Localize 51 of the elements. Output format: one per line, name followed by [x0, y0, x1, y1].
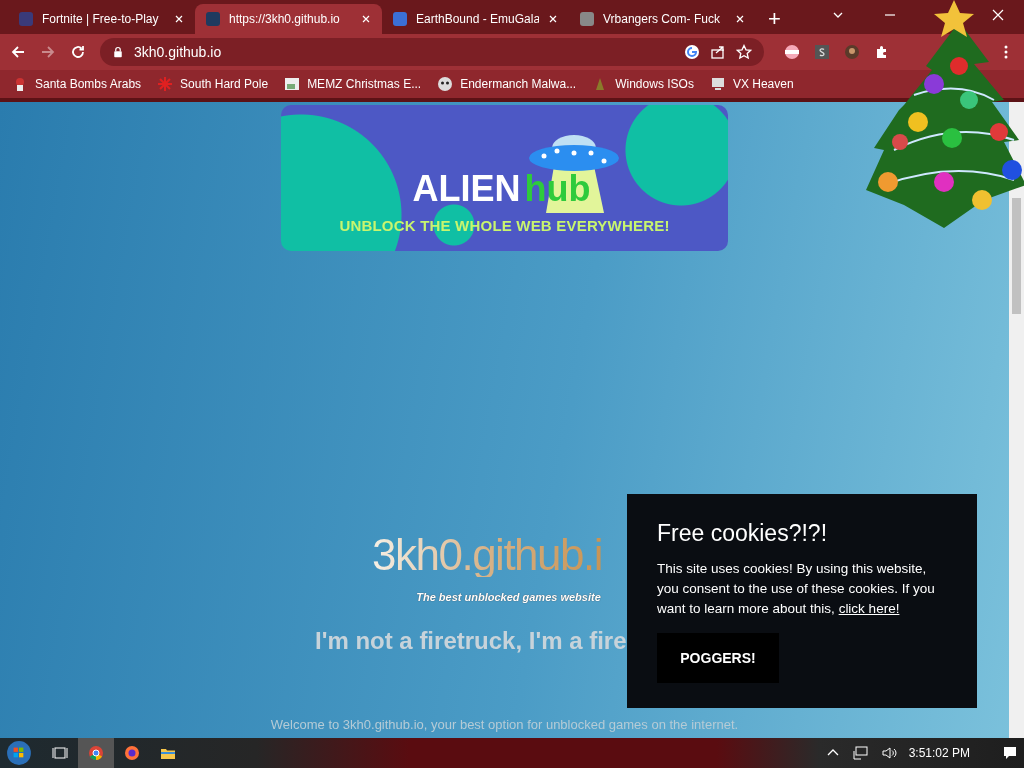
star-icon[interactable]: [736, 44, 752, 60]
notification-icon[interactable]: [1002, 745, 1018, 761]
start-orb-icon[interactable]: [6, 740, 32, 766]
bookmark-favicon: [157, 76, 174, 92]
flag-extension-icon[interactable]: [784, 44, 800, 60]
site-favicon: [18, 11, 34, 27]
close-tab-icon[interactable]: [173, 13, 185, 25]
back-icon[interactable]: [10, 44, 26, 60]
cookie-title: Free cookies?!?!: [657, 520, 829, 547]
close-tab-icon[interactable]: [547, 13, 559, 25]
bookmark-favicon: [709, 76, 726, 92]
bookmark[interactable]: Endermanch Malwa...: [437, 76, 577, 92]
close-tab-icon[interactable]: [734, 13, 746, 25]
bookmark[interactable]: South Hard Pole: [157, 76, 269, 92]
chrome-taskbar-button[interactable]: [78, 738, 114, 768]
browser-tab[interactable]: Fortnite | Free-to-Play: [8, 4, 195, 34]
avatar-extension-icon[interactable]: [844, 44, 860, 60]
volume-icon[interactable]: [880, 745, 897, 761]
lock-icon[interactable]: [112, 46, 124, 58]
scrollbar[interactable]: [1009, 102, 1024, 738]
address-bar[interactable]: 3kh0.github.io: [100, 38, 764, 66]
site-favicon: [205, 11, 221, 27]
reload-icon[interactable]: [70, 44, 86, 60]
browser-tab[interactable]: Vrbangers Com- Fuck: [569, 4, 756, 34]
bookmark-favicon: [437, 76, 454, 92]
network-icon[interactable]: [852, 745, 869, 761]
cookie-message: This site uses cookies! By using this website, you consent to the use of these cookies. If you want to learn more about this, click here!: [657, 560, 936, 618]
firefox-icon[interactable]: [124, 745, 140, 761]
bookmark[interactable]: Santa Bombs Arabs: [12, 76, 142, 92]
google-icon[interactable]: [684, 44, 700, 60]
site-favicon: [392, 11, 408, 27]
new-tab-button[interactable]: +: [768, 8, 781, 30]
site-favicon: [579, 11, 595, 27]
page-heading: I'm not a firetruck, I'm a fire: [315, 627, 627, 655]
bookmark[interactable]: MEMZ Christmas E...: [284, 76, 422, 92]
task-view-icon[interactable]: [52, 745, 68, 761]
bookmark[interactable]: Windows ISOs: [592, 76, 694, 92]
learn-more-link[interactable]: click here!: [838, 601, 900, 616]
bookmark-favicon: [284, 76, 301, 92]
clock[interactable]: 3:51:02 PM: [908, 746, 970, 760]
accept-cookies-button[interactable]: POGGERS!: [657, 633, 779, 683]
close-icon[interactable]: [990, 7, 1006, 23]
bookmark[interactable]: VX Heaven: [709, 76, 794, 92]
browser-tab[interactable]: https://3kh0.github.io: [195, 4, 382, 34]
letter-extension-icon[interactable]: [814, 44, 830, 60]
share-icon[interactable]: [710, 44, 726, 60]
banner-logo-text: ALIEN: [412, 171, 521, 207]
site-subtitle: The best unblocked games website: [416, 591, 601, 603]
welcome-text: Welcome to 3kh0.github.io, your best option for unblocked games on the internet.: [270, 717, 739, 732]
close-tab-icon[interactable]: [360, 13, 372, 25]
chrome-icon: [88, 745, 104, 761]
